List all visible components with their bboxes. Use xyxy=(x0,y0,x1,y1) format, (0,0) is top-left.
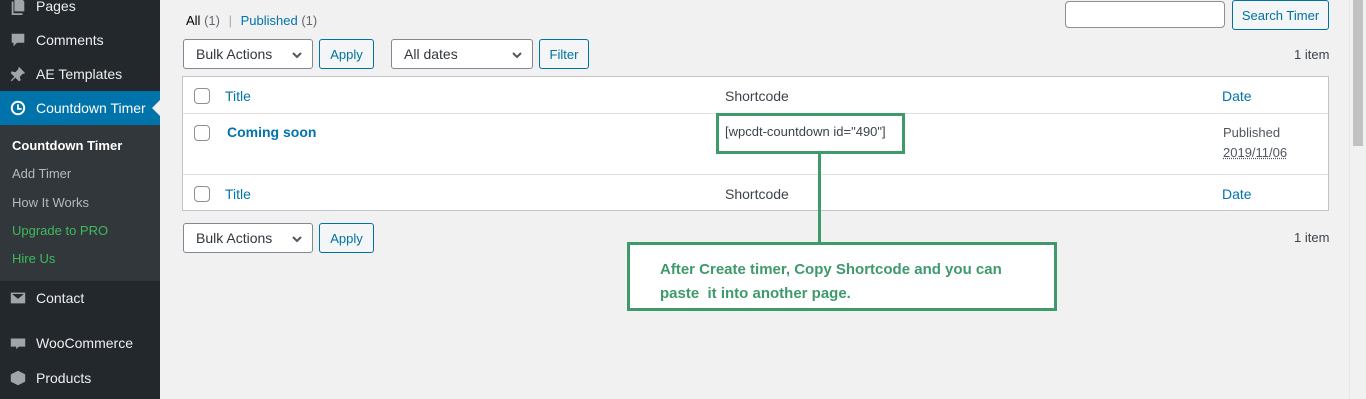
footer-divider xyxy=(183,174,1328,175)
view-separator: | xyxy=(228,13,232,28)
chevron-down-icon xyxy=(511,48,523,60)
apply-button-bottom[interactable]: Apply xyxy=(319,223,374,253)
menu-item-label: Products xyxy=(36,370,92,386)
item-count-bottom: 1 item xyxy=(1294,230,1330,245)
column-shortcode-footer: Shortcode xyxy=(725,186,789,202)
callout-connector-line xyxy=(818,154,821,243)
view-published-link[interactable]: Published xyxy=(241,13,298,28)
shortcode-highlight-box xyxy=(716,113,905,154)
menu-item-countdown-timer[interactable]: Countdown Timer xyxy=(0,91,160,125)
apply-button-top[interactable]: Apply xyxy=(319,39,374,69)
menu-item-woocommerce[interactable]: WooCommerce xyxy=(0,326,160,360)
submenu-item-how-it-works[interactable]: How It Works xyxy=(12,195,89,210)
current-arrow xyxy=(152,100,160,116)
chevron-down-icon xyxy=(291,48,303,60)
chevron-down-icon xyxy=(291,232,303,244)
row-title-link[interactable]: Coming soon xyxy=(227,124,316,140)
bulk-actions-value: Bulk Actions xyxy=(196,46,273,62)
menu-item-label: Comments xyxy=(36,32,104,48)
view-all-count: (1) xyxy=(204,13,220,28)
row-checkbox[interactable] xyxy=(194,125,210,141)
annotation-callout: After Create timer, Copy Shortcode and y… xyxy=(627,242,1057,311)
menu-item-label: Pages xyxy=(36,0,76,14)
column-date-header[interactable]: Date xyxy=(1222,88,1252,104)
menu-item-contact[interactable]: Contact xyxy=(0,281,160,315)
column-shortcode-header: Shortcode xyxy=(725,88,789,104)
dates-select[interactable]: All dates xyxy=(391,39,533,69)
submenu-item-upgrade-pro[interactable]: Upgrade to PRO xyxy=(12,223,108,238)
filter-button[interactable]: Filter xyxy=(539,39,589,69)
annotation-line-1: After Create timer, Copy Shortcode and y… xyxy=(660,261,1002,278)
submenu-item-add-timer[interactable]: Add Timer xyxy=(12,166,71,181)
scrollbar-thumb[interactable] xyxy=(1353,0,1363,146)
page-scrollbar[interactable] xyxy=(1349,0,1366,399)
menu-item-label: Contact xyxy=(36,290,85,306)
menu-item-label: Countdown Timer xyxy=(36,100,146,116)
menu-item-ae-templates[interactable]: AE Templates xyxy=(0,57,160,91)
select-all-checkbox-top[interactable] xyxy=(194,88,210,104)
menu-item-products[interactable]: Products xyxy=(0,361,160,395)
menu-item-pages[interactable]: Pages xyxy=(0,0,160,23)
column-date-footer[interactable]: Date xyxy=(1222,186,1252,202)
submenu-item-hire-us[interactable]: Hire Us xyxy=(12,251,55,266)
column-title-footer[interactable]: Title xyxy=(225,186,251,202)
bulk-actions-select-top[interactable]: Bulk Actions xyxy=(183,39,313,69)
box-icon xyxy=(0,369,36,387)
dates-value: All dates xyxy=(404,46,458,62)
pages-icon xyxy=(0,0,36,15)
annotation-line-2: paste it into another page. xyxy=(660,285,851,302)
admin-sidebar: Pages Comments AE Templates Countdown Ti… xyxy=(0,0,160,399)
view-published-count: (1) xyxy=(301,13,318,28)
bulk-actions-select-bottom[interactable]: Bulk Actions xyxy=(183,223,313,253)
bulk-actions-value: Bulk Actions xyxy=(196,230,273,246)
column-title-header[interactable]: Title xyxy=(225,88,251,104)
submenu: Countdown Timer Add Timer How It Works U… xyxy=(0,125,160,281)
row-date: 2019/11/06 xyxy=(1223,145,1288,160)
clock-icon xyxy=(0,99,36,117)
submenu-item-countdown-timer[interactable]: Countdown Timer xyxy=(12,138,122,153)
search-timer-button[interactable]: Search Timer xyxy=(1232,0,1329,30)
woo-icon xyxy=(0,334,36,352)
menu-item-label: WooCommerce xyxy=(36,335,133,351)
menu-item-label: AE Templates xyxy=(36,66,123,82)
row-status: Published xyxy=(1223,125,1281,140)
menu-item-comments[interactable]: Comments xyxy=(0,23,160,57)
mail-icon xyxy=(0,289,36,307)
search-input[interactable] xyxy=(1065,1,1225,28)
pin-icon xyxy=(0,65,36,83)
view-all-link[interactable]: All xyxy=(186,13,200,28)
item-count-top: 1 item xyxy=(1294,47,1330,62)
status-views: All (1) | Published (1) xyxy=(186,13,317,28)
comments-icon xyxy=(0,31,36,49)
select-all-checkbox-bottom[interactable] xyxy=(194,186,210,202)
